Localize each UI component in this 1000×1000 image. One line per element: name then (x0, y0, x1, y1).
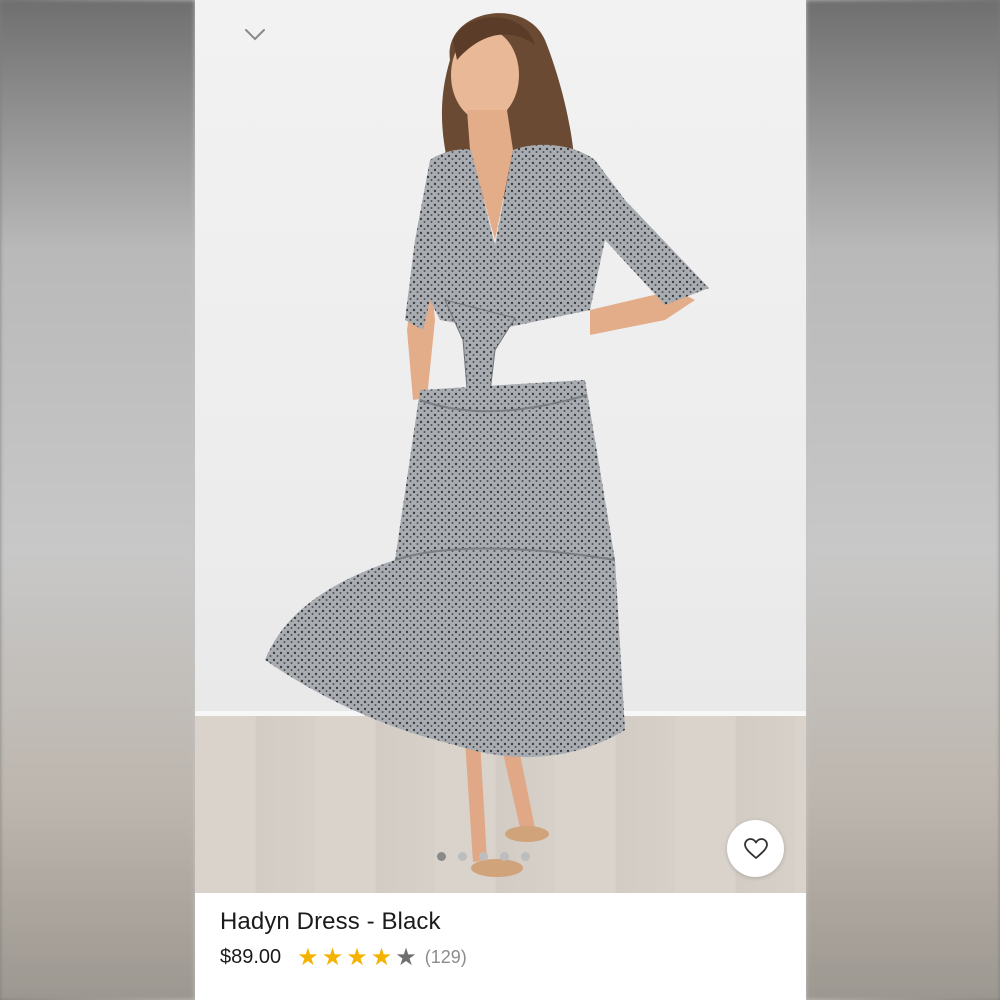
product-info: Hadyn Dress - Black $89.00 ★ ★ ★ ★ ★ (129) (220, 905, 790, 969)
carousel-dot[interactable] (458, 852, 467, 861)
carousel-dot[interactable] (437, 852, 446, 861)
collapse-button[interactable] (240, 20, 270, 50)
product-card: Hadyn Dress - Black $89.00 ★ ★ ★ ★ ★ (129) (195, 0, 806, 1000)
product-title[interactable]: Hadyn Dress - Black (220, 905, 790, 939)
carousel-dot[interactable] (479, 852, 488, 861)
carousel-dot[interactable] (521, 852, 530, 861)
star-filled-icon: ★ (297, 943, 319, 971)
star-empty-icon: ★ (395, 943, 417, 971)
carousel-pagination (437, 852, 530, 861)
review-count[interactable]: (129) (425, 947, 467, 968)
carousel-dot[interactable] (500, 852, 509, 861)
star-filled-icon: ★ (346, 943, 368, 971)
star-rating[interactable]: ★ ★ ★ ★ ★ (297, 945, 417, 969)
background-blur-left (0, 0, 195, 1000)
product-image-carousel[interactable] (195, 0, 806, 893)
product-price: $89.00 (220, 945, 282, 968)
background-blur-right (806, 0, 1000, 1000)
price-rating-row: $89.00 ★ ★ ★ ★ ★ (129) (220, 945, 790, 969)
star-filled-icon: ★ (370, 943, 393, 971)
chevron-down-icon (245, 29, 265, 41)
star-filled-icon: ★ (321, 943, 344, 971)
favorite-button[interactable] (727, 820, 784, 877)
product-photo (265, 13, 709, 877)
heart-icon (743, 837, 768, 859)
